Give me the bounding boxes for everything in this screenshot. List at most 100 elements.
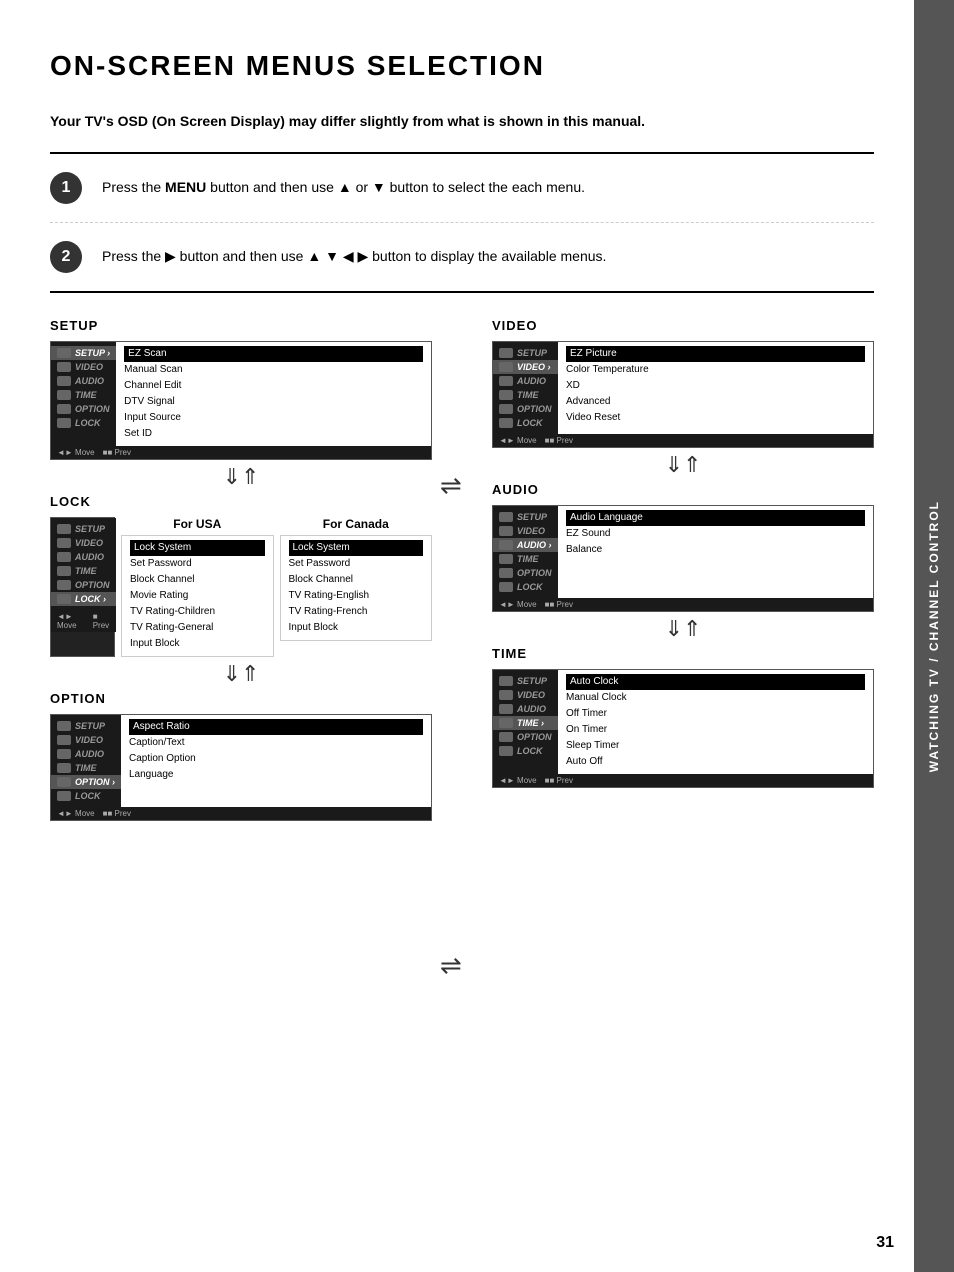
option-item-time: TIME [51,761,121,775]
option-left-panel: SETUP VIDEO AUDIO TIME OPTION › LOCK [51,715,121,807]
setup-right-item-2: Manual Scan [124,362,423,378]
video-item-option: OPTION [493,402,558,416]
time-right-item-4: On Timer [566,722,865,738]
time-item-setup: SETUP [493,674,558,688]
lock-item-time: TIME [51,564,116,578]
setup-right-panel: EZ Scan Manual Scan Channel Edit DTV Sig… [116,342,431,446]
setup-title: SETUP [50,318,432,333]
video-left-panel: SETUP VIDEO › AUDIO TIME OPTION LOCK [493,342,558,434]
lock-usa-title: For USA [121,517,274,531]
audio-item-audio: AUDIO › [493,538,558,552]
lock-canada-items: Lock System Set Password Block Channel T… [280,535,433,641]
lock-item-option: OPTION [51,578,116,592]
time-right-item-3: Off Timer [566,706,865,722]
time-title: TIME [492,646,874,661]
time-item-time: TIME › [493,716,558,730]
setup-item-time: TIME [51,388,116,402]
audio-title: AUDIO [492,482,874,497]
lock-canada-panel: For Canada Lock System Set Password Bloc… [280,517,433,657]
video-right-item-3: XD [566,378,865,394]
video-item-time: TIME [493,388,558,402]
lock-left-mockup: SETUP VIDEO AUDIO TIME OPTION LOCK › ◄► … [50,517,115,657]
lock-usa-item-3: Block Channel [130,572,265,588]
option-item-option: OPTION › [51,775,121,789]
time-section: TIME SETUP VIDEO AUDIO TIME › OPTION LOC… [492,646,874,788]
time-right-panel: Auto Clock Manual Clock Off Timer On Tim… [558,670,873,774]
step-1-number: 1 [50,172,82,204]
option-right-item-4: Language [129,767,423,783]
option-bottom-bar: ◄► Move■■ Prev [51,807,431,820]
video-right-item-2: Color Temperature [566,362,865,378]
option-item-lock: LOCK [51,789,121,803]
sidebar: WATCHING TV / CHANNEL CONTROL [914,0,954,1272]
video-item-video: VIDEO › [493,360,558,374]
lock-canada-title: For Canada [280,517,433,531]
setup-right-item-4: DTV Signal [124,394,423,410]
video-bottom-bar: ◄► Move■■ Prev [493,434,873,447]
lock-canada-item-2: Set Password [289,556,424,572]
lock-section: LOCK SETUP VIDEO AUDIO TIME OPTION LOCK … [50,494,432,657]
setup-item-setup: SETUP › [51,346,116,360]
video-right-item-5: Video Reset [566,410,865,426]
step-2-text: Press the ▶ button and then use ▲ ▼ ◀ ▶ … [102,246,606,267]
lock-item-audio: AUDIO [51,550,116,564]
option-item-audio: AUDIO [51,747,121,761]
video-mockup: SETUP VIDEO › AUDIO TIME OPTION LOCK EZ … [492,341,874,448]
time-right-item-5: Sleep Timer [566,738,865,754]
video-item-lock: LOCK [493,416,558,430]
video-item-setup: SETUP [493,346,558,360]
lock-subsections: SETUP VIDEO AUDIO TIME OPTION LOCK › ◄► … [50,517,432,657]
setup-item-audio: AUDIO [51,374,116,388]
audio-item-video: VIDEO [493,524,558,538]
time-item-video: VIDEO [493,688,558,702]
lock-canada-item-6: Input Block [289,620,424,636]
right-column: VIDEO SETUP VIDEO › AUDIO TIME OPTION LO… [492,318,874,821]
audio-left-panel: SETUP VIDEO AUDIO › TIME OPTION LOCK [493,506,558,598]
option-right-item-1: Aspect Ratio [129,719,423,735]
setup-right-item-1: EZ Scan [124,346,423,362]
time-left-panel: SETUP VIDEO AUDIO TIME › OPTION LOCK [493,670,558,774]
step-2-number: 2 [50,241,82,273]
transfer-arrow-1: ⇌ [440,470,462,501]
menus-row: SETUP SETUP › VIDEO AUDIO TIME OPTION LO… [50,318,874,821]
lock-left-panel: SETUP VIDEO AUDIO TIME OPTION LOCK › [51,518,116,610]
time-item-lock: LOCK [493,744,558,758]
time-item-audio: AUDIO [493,702,558,716]
sidebar-label: WATCHING TV / CHANNEL CONTROL [927,500,941,772]
time-mockup: SETUP VIDEO AUDIO TIME › OPTION LOCK Aut… [492,669,874,788]
setup-right-item-6: Set ID [124,426,423,442]
lock-usa-item-2: Set Password [130,556,265,572]
video-right-panel: EZ Picture Color Temperature XD Advanced… [558,342,873,434]
video-right-item-4: Advanced [566,394,865,410]
lock-usa-items: Lock System Set Password Block Channel M… [121,535,274,657]
setup-bottom-bar: ◄► Move■■ Prev [51,446,431,459]
option-item-video: VIDEO [51,733,121,747]
video-item-audio: AUDIO [493,374,558,388]
lock-usa-item-1: Lock System [130,540,265,556]
lock-canada-item-1: Lock System [289,540,424,556]
lock-usa-item-4: Movie Rating [130,588,265,604]
audio-mockup: SETUP VIDEO AUDIO › TIME OPTION LOCK Aud… [492,505,874,612]
lock-usa-item-5: TV Rating-Children [130,604,265,620]
lock-canada-item-5: TV Rating-French [289,604,424,620]
time-right-item-1: Auto Clock [566,674,865,690]
lock-usa-item-7: Input Block [130,636,265,652]
lock-canada-item-3: Block Channel [289,572,424,588]
video-arrow: ⇓⇑ [492,452,874,478]
lock-usa-item-6: TV Rating-General [130,620,265,636]
step-1: 1 Press the MENU button and then use ▲ o… [50,154,874,223]
lock-arrow: ⇓⇑ [50,661,432,687]
audio-right-item-1: Audio Language [566,510,865,526]
audio-right-item-3: Balance [566,542,865,558]
audio-section: AUDIO SETUP VIDEO AUDIO › TIME OPTION LO… [492,482,874,612]
left-column: SETUP SETUP › VIDEO AUDIO TIME OPTION LO… [50,318,432,821]
page-title: ON-SCREEN MENUS SELECTION [50,50,874,82]
lock-bottom-bar: ◄► Move■ Prev [51,610,116,632]
setup-item-lock: LOCK [51,416,116,430]
audio-right-panel: Audio Language EZ Sound Balance [558,506,873,598]
option-section: OPTION SETUP VIDEO AUDIO TIME OPTION › L… [50,691,432,821]
lock-canada-item-4: TV Rating-English [289,588,424,604]
option-right-panel: Aspect Ratio Caption/Text Caption Option… [121,715,431,807]
time-right-item-2: Manual Clock [566,690,865,706]
time-item-option: OPTION [493,730,558,744]
